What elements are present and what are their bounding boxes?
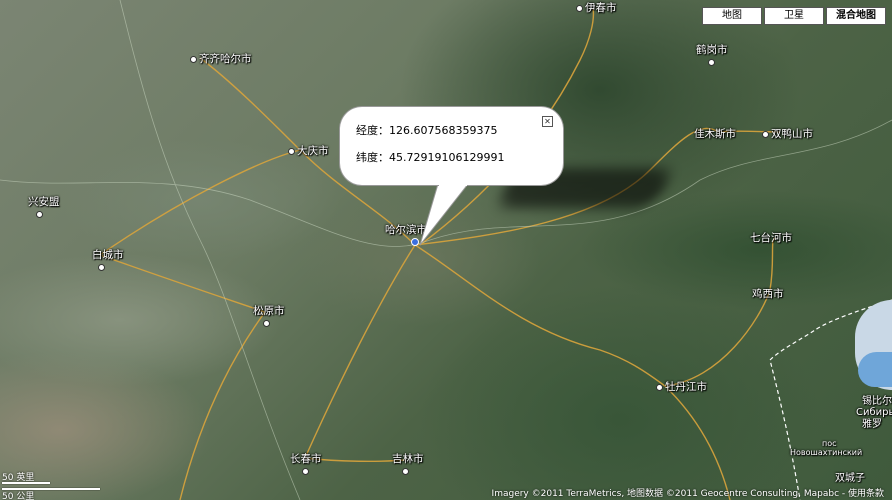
info-window-tail — [419, 183, 470, 246]
map-type-control: 地图 卫星 混合地图 — [700, 7, 886, 25]
scale-miles-line — [2, 482, 50, 484]
copyright-text: Imagery ©2011 TerraMetrics, 地图数据 ©2011 G… — [491, 489, 884, 499]
latitude-row: 纬度：45.72919106129991 — [356, 149, 504, 165]
latitude-label: 纬度： — [356, 151, 389, 164]
map-type-satellite-button[interactable]: 卫星 — [764, 7, 824, 25]
map-type-hybrid-button[interactable]: 混合地图 — [826, 7, 886, 25]
scale-km-label: 50 公里 — [2, 492, 35, 500]
info-window: 经度：126.607568359375 纬度：45.72919106129991… — [340, 107, 563, 185]
map-type-map-button[interactable]: 地图 — [702, 7, 762, 25]
longitude-value: 126.607568359375 — [389, 124, 498, 137]
longitude-row: 经度：126.607568359375 — [356, 122, 497, 138]
scale-bar: 50 英里 50 公里 — [2, 470, 100, 500]
close-icon[interactable]: ✕ — [542, 116, 553, 127]
satellite-map[interactable]: 伊春市 齐齐哈尔市 鹤岗市 佳木斯市 双鸭山市 大庆市 兴安盟 哈尔滨市 七台河… — [0, 0, 892, 500]
longitude-label: 经度： — [356, 124, 389, 137]
latitude-value: 45.72919106129991 — [389, 151, 505, 164]
